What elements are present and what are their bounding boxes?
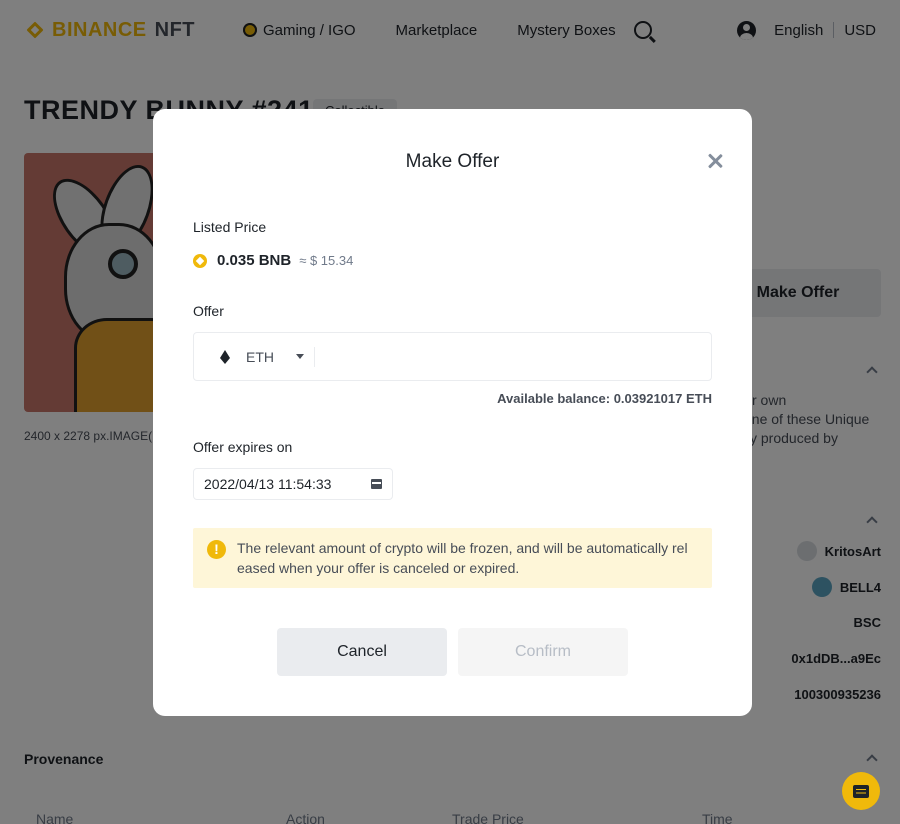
modal-title: Make Offer [405, 151, 500, 172]
token-select[interactable]: ETH [194, 333, 314, 380]
offer-expires-label: Offer expires on [193, 439, 293, 455]
offer-label: Offer [193, 303, 224, 319]
offer-input-group: ETH [193, 332, 712, 381]
calendar-icon [371, 479, 382, 489]
listed-price-value: 0.035 BNB [217, 252, 292, 269]
bnb-icon [193, 253, 207, 268]
token-label: ETH [246, 348, 274, 365]
listed-price-label: Listed Price [193, 219, 267, 235]
close-icon[interactable] [707, 153, 723, 169]
cancel-button[interactable]: Cancel [277, 628, 447, 676]
expiry-date-value: 2022/04/13 11:54:33 [204, 476, 332, 492]
caret-down-icon [296, 354, 304, 359]
available-balance: Available balance: 0.03921017 ETH [497, 391, 712, 406]
offer-amount-input[interactable] [315, 333, 711, 380]
chat-button[interactable] [842, 772, 880, 810]
chat-icon [853, 784, 869, 798]
notice-text: The relevant amount of crypto will be fr… [237, 540, 688, 576]
listed-price-row: 0.035 BNB ≈ $ 15.34 [193, 252, 353, 269]
confirm-button[interactable]: Confirm [458, 628, 628, 676]
eth-icon [220, 349, 230, 364]
listed-price-usd: ≈ $ 15.34 [299, 253, 354, 268]
offer-expiry-date-picker[interactable]: 2022/04/13 11:54:33 [193, 468, 393, 500]
make-offer-modal: Make Offer Listed Price 0.035 BNB ≈ $ 15… [153, 109, 752, 716]
warning-icon: ! [207, 540, 226, 559]
frozen-funds-notice: ! The relevant amount of crypto will be … [193, 528, 712, 588]
